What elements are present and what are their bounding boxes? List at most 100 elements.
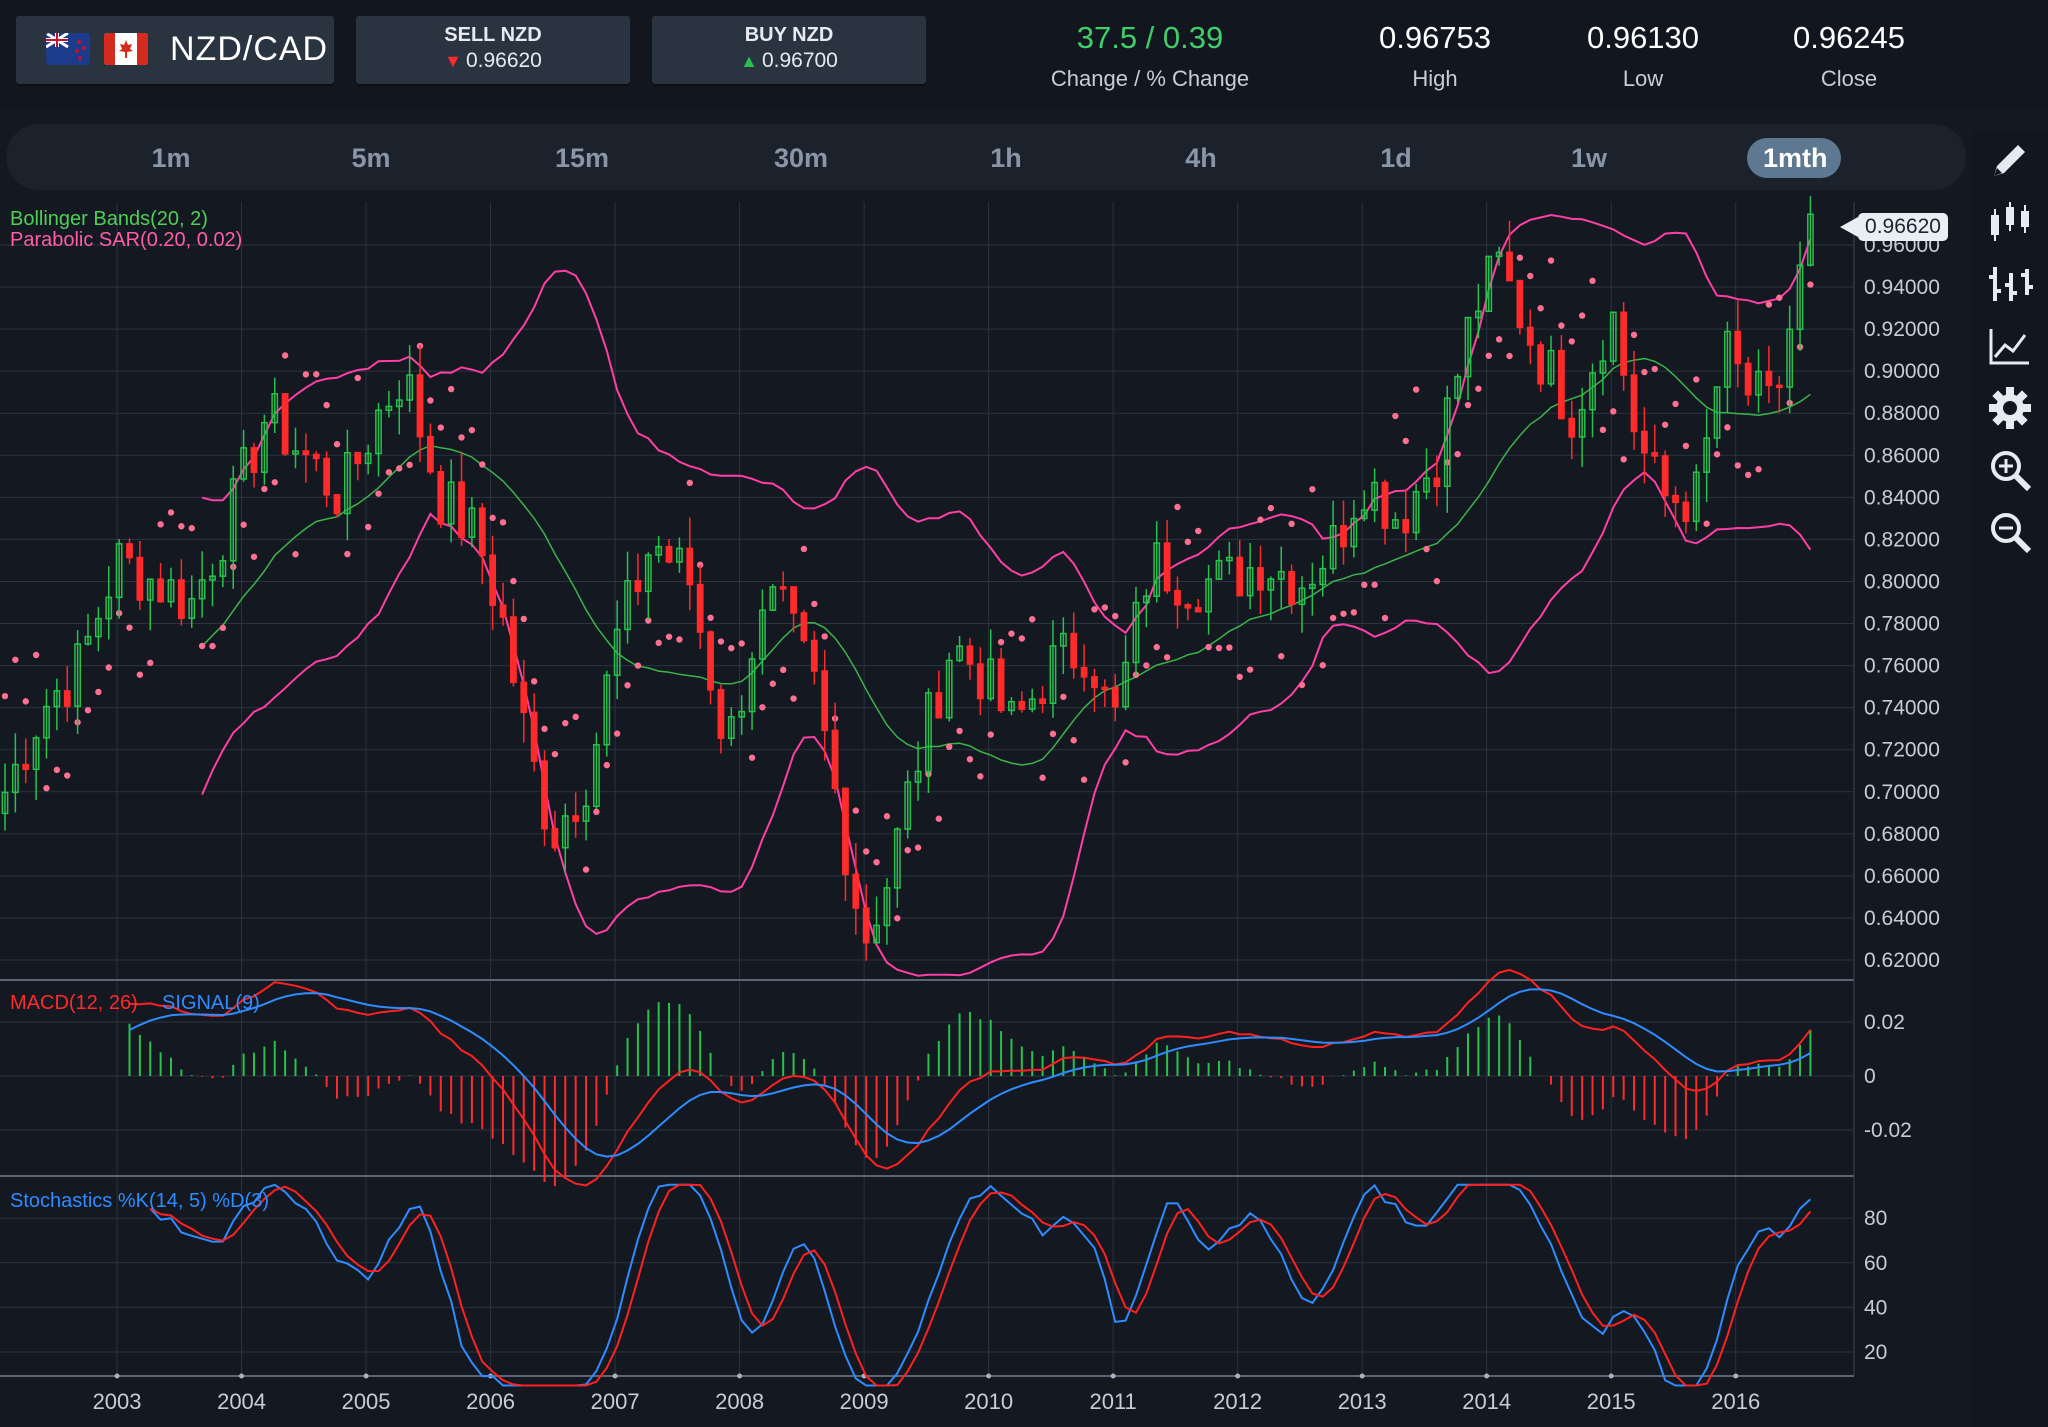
- price-chart[interactable]: 0.62000 0.64000 0.66000 0.68000 0.70000 0.720…: [0, 196, 1966, 1427]
- sar-dot: [1371, 581, 1378, 588]
- candle-body: [1516, 279, 1524, 329]
- tool-sidebar: [1972, 130, 2048, 1427]
- sar-dot: [1392, 412, 1399, 420]
- sar-dot: [1402, 437, 1409, 445]
- candle-body: [1163, 542, 1171, 592]
- current-price-tag: 0.96620: [1840, 213, 1948, 241]
- timeframe-1d[interactable]: 1d: [1361, 138, 1431, 178]
- sar-dot: [1329, 614, 1337, 622]
- candle-body: [821, 670, 829, 732]
- sar-dot: [427, 397, 434, 404]
- sar-dot: [613, 730, 621, 737]
- year-tick-label: 2014: [1462, 1389, 1511, 1414]
- sar-dot: [1070, 737, 1077, 744]
- sell-button[interactable]: SELL NZD ▼ 0.96620: [356, 16, 630, 84]
- sar-dot: [852, 807, 860, 814]
- bars-icon[interactable]: [1982, 256, 2038, 312]
- gear-icon[interactable]: [1982, 380, 2038, 436]
- sar-dot: [1153, 643, 1160, 651]
- sar-dot: [333, 441, 341, 448]
- candle-body: [1433, 477, 1441, 488]
- pair-selector[interactable]: NZD/CAD: [16, 16, 334, 84]
- sar-dot: [147, 659, 154, 667]
- sar-dot: [126, 624, 133, 631]
- candle-body: [1402, 519, 1410, 534]
- stoch-tick-label: 40: [1864, 1296, 1887, 1319]
- timeframe-1mth[interactable]: 1mth: [1747, 138, 1841, 178]
- sar-dot: [1112, 612, 1119, 620]
- high-stat: 0.96753 High: [1360, 20, 1510, 92]
- sar-dot: [1205, 643, 1212, 651]
- year-tick-label: 2009: [840, 1389, 889, 1414]
- sar-dot: [530, 678, 538, 685]
- sar-dot: [302, 371, 310, 378]
- buy-button[interactable]: BUY NZD ▲ 0.96700: [652, 16, 926, 84]
- candle-body: [551, 827, 559, 849]
- sar-dot: [593, 808, 600, 816]
- sar-dot: [1454, 450, 1461, 458]
- sell-price: 0.96620: [465, 49, 542, 72]
- timeframe-1h[interactable]: 1h: [971, 138, 1041, 178]
- candle-body: [1537, 344, 1545, 385]
- pencil-icon[interactable]: [1982, 132, 2038, 188]
- panel-handle-dot: [1484, 1373, 1490, 1379]
- sar-dot: [292, 551, 299, 558]
- candle-body: [717, 689, 725, 740]
- sar-dot: [1381, 614, 1389, 622]
- stochastics-legend: Stochastics %K(14, 5) %D(3): [10, 1190, 269, 1212]
- sar-dot: [1558, 322, 1565, 329]
- candle-body: [1682, 501, 1690, 523]
- sar-dot: [562, 719, 569, 727]
- line-chart-icon[interactable]: [1982, 318, 2038, 374]
- change-value: 37.5 / 0.39: [1076, 20, 1224, 55]
- sar-dot: [167, 509, 175, 516]
- price-tick-label: 0.72000: [1864, 739, 1940, 762]
- candle-body: [1775, 384, 1783, 389]
- change-stat: 37.5 / 0.39 Change / % Change: [1030, 20, 1270, 92]
- sar-dot: [1029, 616, 1036, 623]
- time-axis: 2003 2004 2005 2006 2007 2008 2009 2010 2011 2012…: [93, 1389, 1761, 1414]
- candle-body: [354, 451, 362, 465]
- sar-dot: [1734, 462, 1741, 469]
- candlestick-icon[interactable]: [1982, 194, 2038, 250]
- high-value: 0.96753: [1378, 20, 1492, 55]
- sar-dot: [1267, 504, 1275, 512]
- timeframe-5m[interactable]: 5m: [336, 138, 406, 178]
- candle-body: [1236, 556, 1244, 597]
- candle-body: [416, 374, 424, 438]
- sar-dot: [686, 479, 694, 487]
- timeframe-1m[interactable]: 1m: [136, 138, 206, 178]
- bollinger-legend: Bollinger Bands(20, 2): [10, 208, 208, 230]
- sar-dot: [271, 479, 278, 486]
- sar-dot: [821, 633, 828, 640]
- sar-dot: [1091, 606, 1098, 613]
- candle-body: [1672, 494, 1679, 504]
- timeframe-15m[interactable]: 15m: [542, 138, 622, 178]
- panel-handle-dot: [986, 1373, 992, 1379]
- sar-dot: [1049, 730, 1057, 738]
- candle-body: [312, 453, 320, 460]
- sar-dot: [1122, 759, 1129, 766]
- zoom-in-icon[interactable]: [1982, 442, 2038, 498]
- sar-legend: Parabolic SAR(0.20, 0.02): [10, 229, 243, 251]
- candle-body: [1630, 374, 1638, 433]
- macd-tick-label: -0.02: [1864, 1119, 1912, 1142]
- sar-dot: [1215, 644, 1223, 652]
- macd-tick-label: 0.02: [1864, 1011, 1905, 1034]
- candle-body: [177, 579, 185, 619]
- price-tick-label: 0.64000: [1864, 907, 1940, 930]
- sar-dot: [1703, 520, 1710, 527]
- down-triangle-icon: ▼: [444, 51, 462, 71]
- close-value: 0.96245: [1792, 20, 1906, 55]
- year-tick-label: 2005: [342, 1389, 391, 1414]
- timeframe-1w[interactable]: 1w: [1554, 138, 1624, 178]
- sar-dot: [53, 766, 61, 774]
- year-tick-label: 2008: [715, 1389, 764, 1414]
- sar-dot: [105, 664, 112, 671]
- signal-legend: SIGNAL(9): [162, 992, 260, 1014]
- sar-dot: [1423, 545, 1430, 553]
- zoom-out-icon[interactable]: [1982, 504, 2038, 560]
- timeframe-4h[interactable]: 4h: [1166, 138, 1236, 178]
- timeframe-30m[interactable]: 30m: [756, 138, 846, 178]
- sar-dot: [240, 521, 247, 528]
